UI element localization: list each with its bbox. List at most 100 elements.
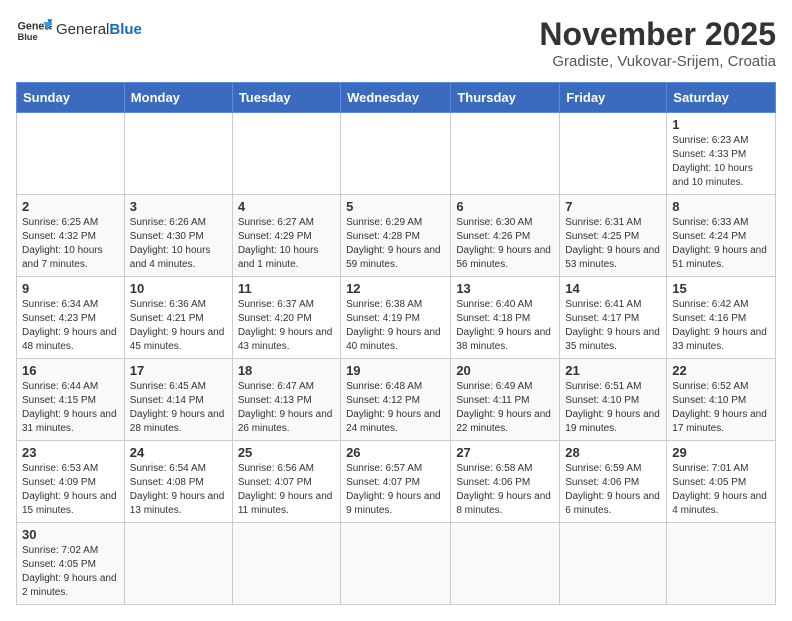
calendar-cell (667, 523, 776, 605)
week-row-3: 16 Sunrise: 6:44 AM Sunset: 4:15 PM Dayli… (17, 359, 776, 441)
day-number: 29 (672, 445, 770, 460)
week-row-2: 9 Sunrise: 6:34 AM Sunset: 4:23 PM Daylig… (17, 277, 776, 359)
day-number: 13 (456, 281, 554, 296)
day-number: 21 (565, 363, 661, 378)
day-info: Sunrise: 6:23 AM Sunset: 4:33 PM Dayligh… (672, 134, 770, 190)
day-number: 18 (238, 363, 335, 378)
svg-text:Blue: Blue (17, 32, 37, 42)
day-info: Sunrise: 6:56 AM Sunset: 4:07 PM Dayligh… (238, 462, 335, 518)
calendar-cell: 20 Sunrise: 6:49 AM Sunset: 4:11 PM Dayli… (451, 359, 560, 441)
week-row-1: 2Sunrise: 6:25 AM Sunset: 4:32 PM Daylig… (17, 195, 776, 277)
calendar-cell: 9 Sunrise: 6:34 AM Sunset: 4:23 PM Daylig… (17, 277, 125, 359)
calendar-cell: 15 Sunrise: 6:42 AM Sunset: 4:16 PM Dayli… (667, 277, 776, 359)
day-info: Sunrise: 6:33 AM Sunset: 4:24 PM Dayligh… (672, 216, 770, 272)
calendar-cell (124, 523, 232, 605)
calendar-cell: 30Sunrise: 7:02 AM Sunset: 4:05 PM Dayli… (17, 523, 125, 605)
calendar-cell: 21 Sunrise: 6:51 AM Sunset: 4:10 PM Dayli… (560, 359, 667, 441)
day-number: 15 (672, 281, 770, 296)
day-number: 10 (130, 281, 227, 296)
calendar-cell (232, 113, 340, 195)
day-info: Sunrise: 6:51 AM Sunset: 4:10 PM Dayligh… (565, 380, 661, 436)
day-info: Sunrise: 6:38 AM Sunset: 4:19 PM Dayligh… (346, 298, 445, 354)
column-header-thursday: Thursday (451, 83, 560, 113)
logo: General Blue GeneralBlue (16, 16, 142, 44)
calendar-cell: 4Sunrise: 6:27 AM Sunset: 4:29 PM Daylig… (232, 195, 340, 277)
day-number: 14 (565, 281, 661, 296)
day-info: Sunrise: 7:02 AM Sunset: 4:05 PM Dayligh… (22, 544, 119, 600)
calendar-table: SundayMondayTuesdayWednesdayThursdayFrid… (16, 82, 776, 605)
day-info: Sunrise: 6:41 AM Sunset: 4:17 PM Dayligh… (565, 298, 661, 354)
column-header-tuesday: Tuesday (232, 83, 340, 113)
day-number: 27 (456, 445, 554, 460)
calendar-cell: 24Sunrise: 6:54 AM Sunset: 4:08 PM Dayli… (124, 441, 232, 523)
column-header-friday: Friday (560, 83, 667, 113)
day-info: Sunrise: 6:53 AM Sunset: 4:09 PM Dayligh… (22, 462, 119, 518)
day-number: 3 (130, 199, 227, 214)
calendar-cell (341, 113, 451, 195)
day-info: Sunrise: 6:34 AM Sunset: 4:23 PM Dayligh… (22, 298, 119, 354)
calendar-cell: 29 Sunrise: 7:01 AM Sunset: 4:05 PM Dayli… (667, 441, 776, 523)
day-info: Sunrise: 6:29 AM Sunset: 4:28 PM Dayligh… (346, 216, 445, 272)
day-info: Sunrise: 6:45 AM Sunset: 4:14 PM Dayligh… (130, 380, 227, 436)
title-area: November 2025 Gradiste, Vukovar-Srijem, … (539, 16, 776, 70)
calendar-cell (560, 113, 667, 195)
day-number: 12 (346, 281, 445, 296)
day-info: Sunrise: 6:42 AM Sunset: 4:16 PM Dayligh… (672, 298, 770, 354)
day-info: Sunrise: 6:44 AM Sunset: 4:15 PM Dayligh… (22, 380, 119, 436)
day-number: 6 (456, 199, 554, 214)
calendar-cell (17, 113, 125, 195)
calendar-cell: 28Sunrise: 6:59 AM Sunset: 4:06 PM Dayli… (560, 441, 667, 523)
calendar-cell (451, 523, 560, 605)
day-number: 7 (565, 199, 661, 214)
day-number: 9 (22, 281, 119, 296)
column-header-wednesday: Wednesday (341, 83, 451, 113)
calendar-cell: 17 Sunrise: 6:45 AM Sunset: 4:14 PM Dayli… (124, 359, 232, 441)
day-number: 20 (456, 363, 554, 378)
calendar-cell: 1 Sunrise: 6:23 AM Sunset: 4:33 PM Daylig… (667, 113, 776, 195)
calendar-cell: 23 Sunrise: 6:53 AM Sunset: 4:09 PM Dayli… (17, 441, 125, 523)
day-number: 8 (672, 199, 770, 214)
calendar-cell (560, 523, 667, 605)
day-number: 19 (346, 363, 445, 378)
day-number: 24 (130, 445, 227, 460)
calendar-cell: 14 Sunrise: 6:41 AM Sunset: 4:17 PM Dayli… (560, 277, 667, 359)
calendar-cell: 6Sunrise: 6:30 AM Sunset: 4:26 PM Daylig… (451, 195, 560, 277)
day-info: Sunrise: 6:57 AM Sunset: 4:07 PM Dayligh… (346, 462, 445, 518)
calendar-cell: 22Sunrise: 6:52 AM Sunset: 4:10 PM Dayli… (667, 359, 776, 441)
week-row-4: 23 Sunrise: 6:53 AM Sunset: 4:09 PM Dayli… (17, 441, 776, 523)
calendar-cell (124, 113, 232, 195)
calendar-cell (341, 523, 451, 605)
day-info: Sunrise: 7:01 AM Sunset: 4:05 PM Dayligh… (672, 462, 770, 518)
day-number: 23 (22, 445, 119, 460)
calendar-cell: 12 Sunrise: 6:38 AM Sunset: 4:19 PM Dayli… (341, 277, 451, 359)
calendar-cell: 16 Sunrise: 6:44 AM Sunset: 4:15 PM Dayli… (17, 359, 125, 441)
location-subtitle: Gradiste, Vukovar-Srijem, Croatia (539, 53, 776, 70)
day-info: Sunrise: 6:37 AM Sunset: 4:20 PM Dayligh… (238, 298, 335, 354)
header: General Blue GeneralBlue November 2025 G… (16, 16, 776, 70)
day-number: 16 (22, 363, 119, 378)
calendar-cell: 5Sunrise: 6:29 AM Sunset: 4:28 PM Daylig… (341, 195, 451, 277)
day-number: 1 (672, 117, 770, 132)
calendar-cell: 10Sunrise: 6:36 AM Sunset: 4:21 PM Dayli… (124, 277, 232, 359)
calendar-cell: 7Sunrise: 6:31 AM Sunset: 4:25 PM Daylig… (560, 195, 667, 277)
calendar-cell: 25Sunrise: 6:56 AM Sunset: 4:07 PM Dayli… (232, 441, 340, 523)
logo-text: GeneralBlue (56, 22, 142, 39)
calendar-cell: 19Sunrise: 6:48 AM Sunset: 4:12 PM Dayli… (341, 359, 451, 441)
calendar-cell: 18 Sunrise: 6:47 AM Sunset: 4:13 PM Dayli… (232, 359, 340, 441)
calendar-cell: 11 Sunrise: 6:37 AM Sunset: 4:20 PM Dayli… (232, 277, 340, 359)
day-info: Sunrise: 6:40 AM Sunset: 4:18 PM Dayligh… (456, 298, 554, 354)
column-header-monday: Monday (124, 83, 232, 113)
day-info: Sunrise: 6:49 AM Sunset: 4:11 PM Dayligh… (456, 380, 554, 436)
day-number: 22 (672, 363, 770, 378)
week-row-0: 1 Sunrise: 6:23 AM Sunset: 4:33 PM Daylig… (17, 113, 776, 195)
day-number: 2 (22, 199, 119, 214)
week-row-5: 30Sunrise: 7:02 AM Sunset: 4:05 PM Dayli… (17, 523, 776, 605)
month-title: November 2025 (539, 16, 776, 53)
calendar-cell: 2Sunrise: 6:25 AM Sunset: 4:32 PM Daylig… (17, 195, 125, 277)
calendar-cell (451, 113, 560, 195)
day-number: 17 (130, 363, 227, 378)
column-header-sunday: Sunday (17, 83, 125, 113)
day-info: Sunrise: 6:27 AM Sunset: 4:29 PM Dayligh… (238, 216, 335, 272)
day-info: Sunrise: 6:47 AM Sunset: 4:13 PM Dayligh… (238, 380, 335, 436)
day-number: 11 (238, 281, 335, 296)
